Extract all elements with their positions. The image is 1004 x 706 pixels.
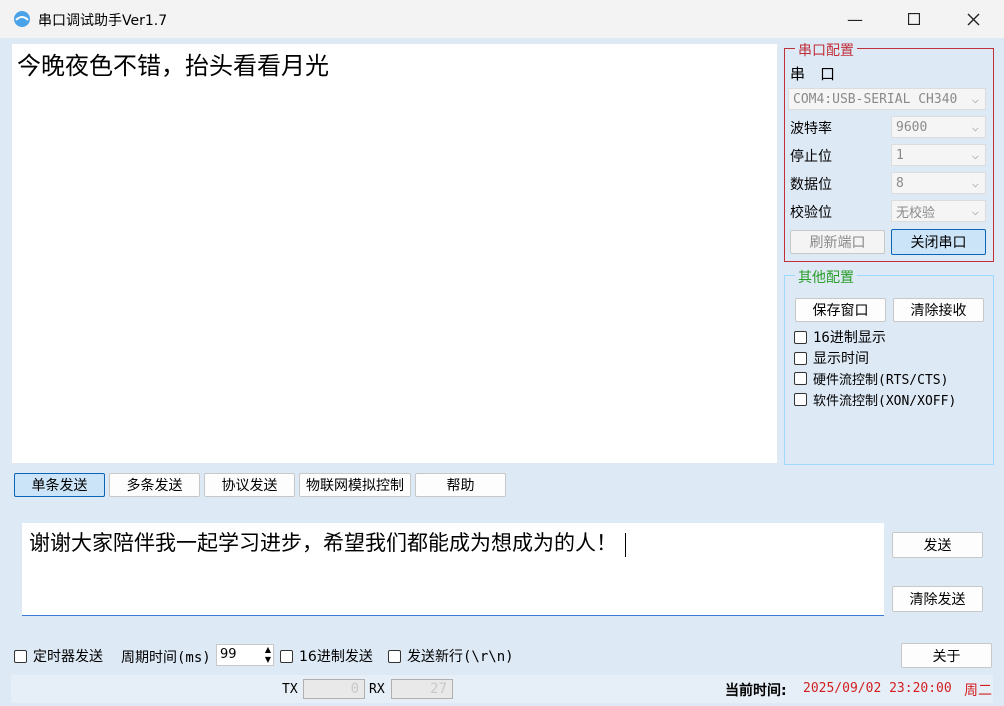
send-newline-checkbox[interactable]: 发送新行(\r\n) (388, 646, 514, 666)
hw-flow-label: 硬件流控制(RTS/CTS) (813, 373, 949, 388)
stop-bits-value: 1 (896, 147, 904, 163)
checkbox-box (388, 649, 401, 663)
baud-select[interactable]: 9600 ⌵ (891, 116, 986, 138)
sw-flow-label: 软件流控制(XON/XOFF) (813, 394, 957, 409)
checkbox-box (794, 393, 807, 406)
hex-display-checkbox[interactable]: 16进制显示 (794, 327, 886, 347)
checkbox-box (280, 649, 293, 663)
close-icon (967, 13, 979, 25)
data-bits-value: 8 (896, 175, 904, 191)
hex-send-label: 16进制发送 (299, 649, 373, 665)
window-title: 串口调试助手Ver1.7 (38, 13, 168, 29)
minimize-icon: — (847, 9, 863, 29)
tab-help[interactable]: 帮助 (415, 473, 506, 497)
hex-display-label: 16进制显示 (813, 330, 886, 346)
stop-bits-select[interactable]: 1 ⌵ (891, 144, 986, 166)
receive-textarea[interactable]: 今晚夜色不错，抬头看看月光 (11, 43, 778, 464)
tab-single-send[interactable]: 单条发送 (14, 473, 105, 497)
save-window-button[interactable]: 保存窗口 (795, 298, 886, 322)
close-window-button[interactable] (950, 4, 996, 34)
show-time-checkbox[interactable]: 显示时间 (794, 348, 869, 368)
period-stepper[interactable]: 99 ▲ ▼ (216, 644, 274, 666)
send-textarea[interactable]: 谢谢大家陪伴我一起学习进步，希望我们都能成为想成为的人！ (22, 523, 884, 616)
checkbox-box (14, 649, 27, 663)
port-label: 串 口 (790, 65, 836, 83)
current-time-value: 2025/09/02 23:20:00 (803, 681, 952, 696)
chevron-down-icon: ⌵ (971, 120, 979, 134)
tx-label: TX (282, 682, 298, 697)
tab-multi-send[interactable]: 多条发送 (109, 473, 200, 497)
port-select[interactable]: COM4:USB-SERIAL CH340 ⌵ (788, 88, 986, 110)
maximize-button[interactable] (891, 4, 937, 34)
close-port-button[interactable]: 关闭串口 (891, 229, 986, 255)
maximize-icon (908, 13, 920, 25)
minimize-button[interactable]: — (832, 4, 878, 34)
other-config-legend: 其他配置 (795, 267, 857, 287)
tab-iot-control[interactable]: 物联网模拟控制 (299, 473, 411, 497)
refresh-port-button[interactable]: 刷新端口 (790, 230, 885, 254)
stepper-arrows-icon[interactable]: ▲ ▼ (265, 645, 271, 665)
send-button[interactable]: 发送 (892, 532, 983, 558)
text-caret (625, 532, 626, 557)
clear-receive-button[interactable]: 清除接收 (893, 298, 984, 322)
tx-value: 0 (350, 681, 359, 697)
period-label: 周期时间(ms) (121, 650, 211, 666)
baud-value: 9600 (896, 119, 928, 135)
title-bar: 串口调试助手Ver1.7 — (0, 0, 1004, 38)
rx-label: RX (369, 682, 385, 697)
parity-value: 无校验 (896, 205, 936, 221)
rx-value: 27 (430, 681, 447, 697)
tx-counter: 0 (303, 679, 365, 699)
show-time-label: 显示时间 (813, 351, 869, 367)
checkbox-box (794, 351, 807, 365)
data-bits-label: 数据位 (790, 177, 832, 193)
parity-select[interactable]: 无校验 ⌵ (891, 200, 986, 222)
baud-label: 波特率 (790, 121, 832, 137)
chevron-down-icon: ⌵ (971, 92, 979, 106)
sw-flow-checkbox[interactable]: 软件流控制(XON/XOFF) (794, 390, 956, 409)
hw-flow-checkbox[interactable]: 硬件流控制(RTS/CTS) (794, 369, 948, 388)
rx-counter: 27 (391, 679, 453, 699)
about-button[interactable]: 关于 (901, 643, 992, 668)
weekday-value: 周二 (964, 683, 992, 699)
stop-bits-label: 停止位 (790, 149, 832, 165)
chevron-down-icon: ⌵ (971, 176, 979, 190)
hex-send-checkbox[interactable]: 16进制发送 (280, 646, 373, 666)
serial-config-legend: 串口配置 (795, 40, 857, 60)
receive-text: 今晚夜色不错，抬头看看月光 (17, 52, 329, 80)
current-time-label: 当前时间: (725, 683, 787, 699)
clear-send-button[interactable]: 清除发送 (892, 586, 983, 612)
data-bits-select[interactable]: 8 ⌵ (891, 172, 986, 194)
parity-label: 校验位 (790, 205, 832, 221)
port-value: COM4:USB-SERIAL CH340 (793, 91, 958, 107)
send-text: 谢谢大家陪伴我一起学习进步，希望我们都能成为想成为的人！ (29, 531, 617, 555)
period-value: 99 (220, 647, 237, 662)
tab-protocol-send[interactable]: 协议发送 (204, 473, 295, 497)
timer-send-label: 定时器发送 (33, 649, 103, 665)
checkbox-box (794, 372, 807, 385)
app-icon (14, 11, 30, 27)
checkbox-box (794, 330, 807, 344)
timer-send-checkbox[interactable]: 定时器发送 (14, 646, 103, 666)
chevron-down-icon: ⌵ (971, 204, 979, 218)
chevron-down-icon: ⌵ (971, 148, 979, 162)
send-newline-label: 发送新行(\r\n) (407, 649, 514, 665)
